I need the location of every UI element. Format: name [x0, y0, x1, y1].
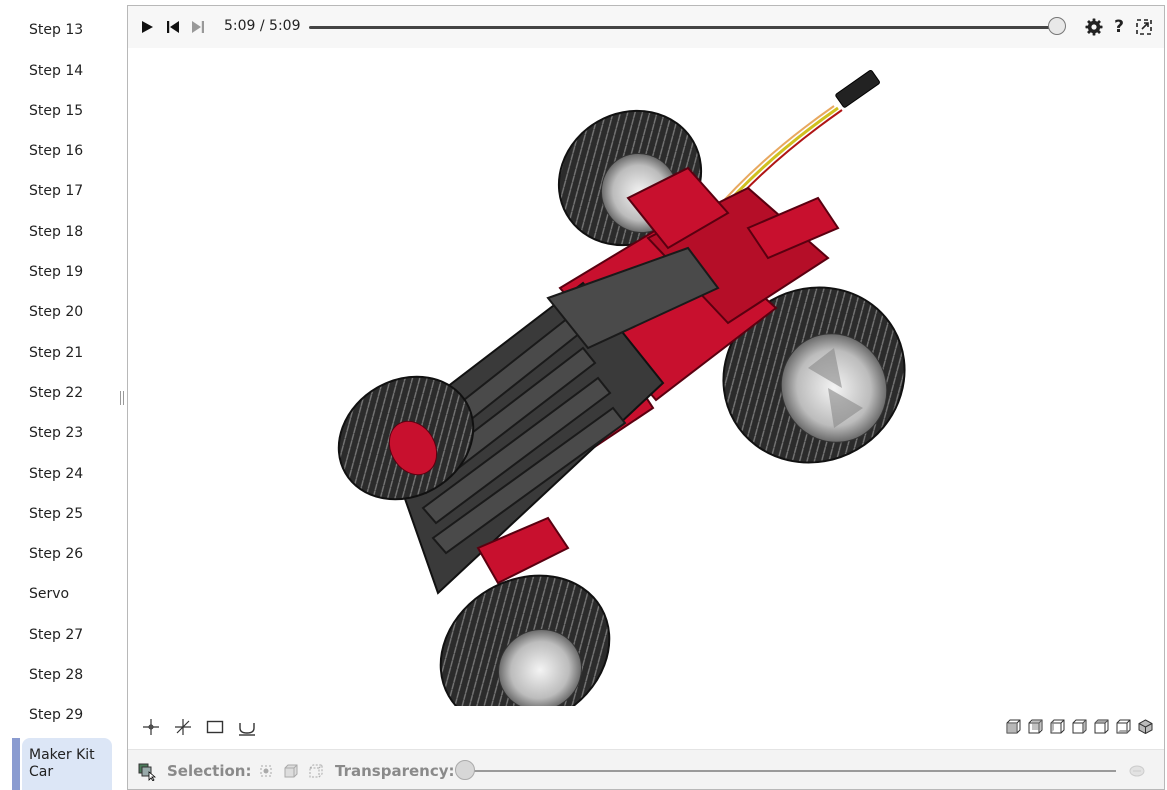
- front-view-icon[interactable]: [1006, 719, 1021, 734]
- seek-handle[interactable]: [1048, 17, 1066, 35]
- back-view-icon[interactable]: [1028, 719, 1043, 734]
- select-face-icon[interactable]: [283, 763, 299, 779]
- sidebar-item-step-27[interactable]: Step 27: [29, 627, 83, 643]
- sidebar-item-step-22[interactable]: Step 22: [29, 385, 83, 401]
- rotate-icon[interactable]: [174, 718, 194, 736]
- active-indicator: [12, 738, 20, 790]
- seek-bar[interactable]: [309, 26, 1056, 29]
- model-viewer: 5:09 / 5:09 ? Selection: Transparency:: [127, 5, 1165, 790]
- selection-label: Selection:: [167, 762, 252, 780]
- navigation-toolbar: [128, 706, 1164, 748]
- sidebar-item-maker-kit-car[interactable]: Maker Kit Car: [22, 738, 112, 790]
- rewind-icon[interactable]: [164, 18, 182, 36]
- sidebar-item-servo[interactable]: Servo: [29, 586, 69, 602]
- sidebar-item-step-29[interactable]: Step 29: [29, 707, 83, 723]
- pan-icon[interactable]: [142, 718, 162, 736]
- step-forward-icon[interactable]: [189, 18, 207, 36]
- fit-icon[interactable]: [238, 718, 258, 736]
- right-view-icon[interactable]: [1072, 719, 1087, 734]
- select-vertex-icon[interactable]: [258, 763, 274, 779]
- zoom-window-icon[interactable]: [206, 718, 226, 736]
- sidebar-item-label: Maker Kit Car: [29, 747, 95, 780]
- selection-toolbar: Selection: Transparency:: [128, 749, 1164, 789]
- time-readout: 5:09 / 5:09: [224, 18, 301, 34]
- player-toolbar: 5:09 / 5:09 ?: [128, 6, 1164, 48]
- transparency-track[interactable]: [464, 770, 1116, 772]
- top-view-icon[interactable]: [1094, 719, 1109, 734]
- car-model: [337, 69, 906, 730]
- sidebar-item-step-19[interactable]: Step 19: [29, 264, 83, 280]
- sidebar-item-step-16[interactable]: Step 16: [29, 143, 83, 159]
- sidebar-item-step-20[interactable]: Step 20: [29, 304, 83, 320]
- left-view-icon[interactable]: [1050, 719, 1065, 734]
- 3d-canvas[interactable]: [128, 48, 1164, 730]
- sidebar-item-step-18[interactable]: Step 18: [29, 224, 83, 240]
- bottom-view-icon[interactable]: [1116, 719, 1131, 734]
- sidebar-splitter[interactable]: [120, 391, 124, 405]
- select-edge-icon[interactable]: [308, 763, 324, 779]
- iso-view-icon[interactable]: [1138, 719, 1153, 735]
- sidebar-item-step-15[interactable]: Step 15: [29, 103, 83, 119]
- sidebar-item-step-23[interactable]: Step 23: [29, 425, 83, 441]
- play-icon[interactable]: [138, 18, 156, 36]
- selection-mode-icon[interactable]: [138, 763, 157, 782]
- reset-transparency-icon[interactable]: [1128, 763, 1145, 779]
- sidebar-item-step-24[interactable]: Step 24: [29, 466, 83, 482]
- sidebar-item-step-26[interactable]: Step 26: [29, 546, 83, 562]
- transparency-slider[interactable]: [455, 760, 475, 780]
- sidebar: Step 13 Step 14 Step 15 Step 16 Step 17 …: [0, 0, 118, 790]
- sidebar-item-step-25[interactable]: Step 25: [29, 506, 83, 522]
- sidebar-item-step-17[interactable]: Step 17: [29, 183, 83, 199]
- transparency-label: Transparency:: [335, 762, 455, 780]
- sidebar-item-step-14[interactable]: Step 14: [29, 63, 83, 79]
- sidebar-item-step-21[interactable]: Step 21: [29, 345, 83, 361]
- settings-icon[interactable]: [1085, 18, 1103, 36]
- sidebar-item-step-28[interactable]: Step 28: [29, 667, 83, 683]
- fullscreen-icon[interactable]: [1135, 18, 1153, 36]
- sidebar-item-step-13[interactable]: Step 13: [29, 22, 83, 38]
- help-icon[interactable]: ?: [1110, 17, 1128, 37]
